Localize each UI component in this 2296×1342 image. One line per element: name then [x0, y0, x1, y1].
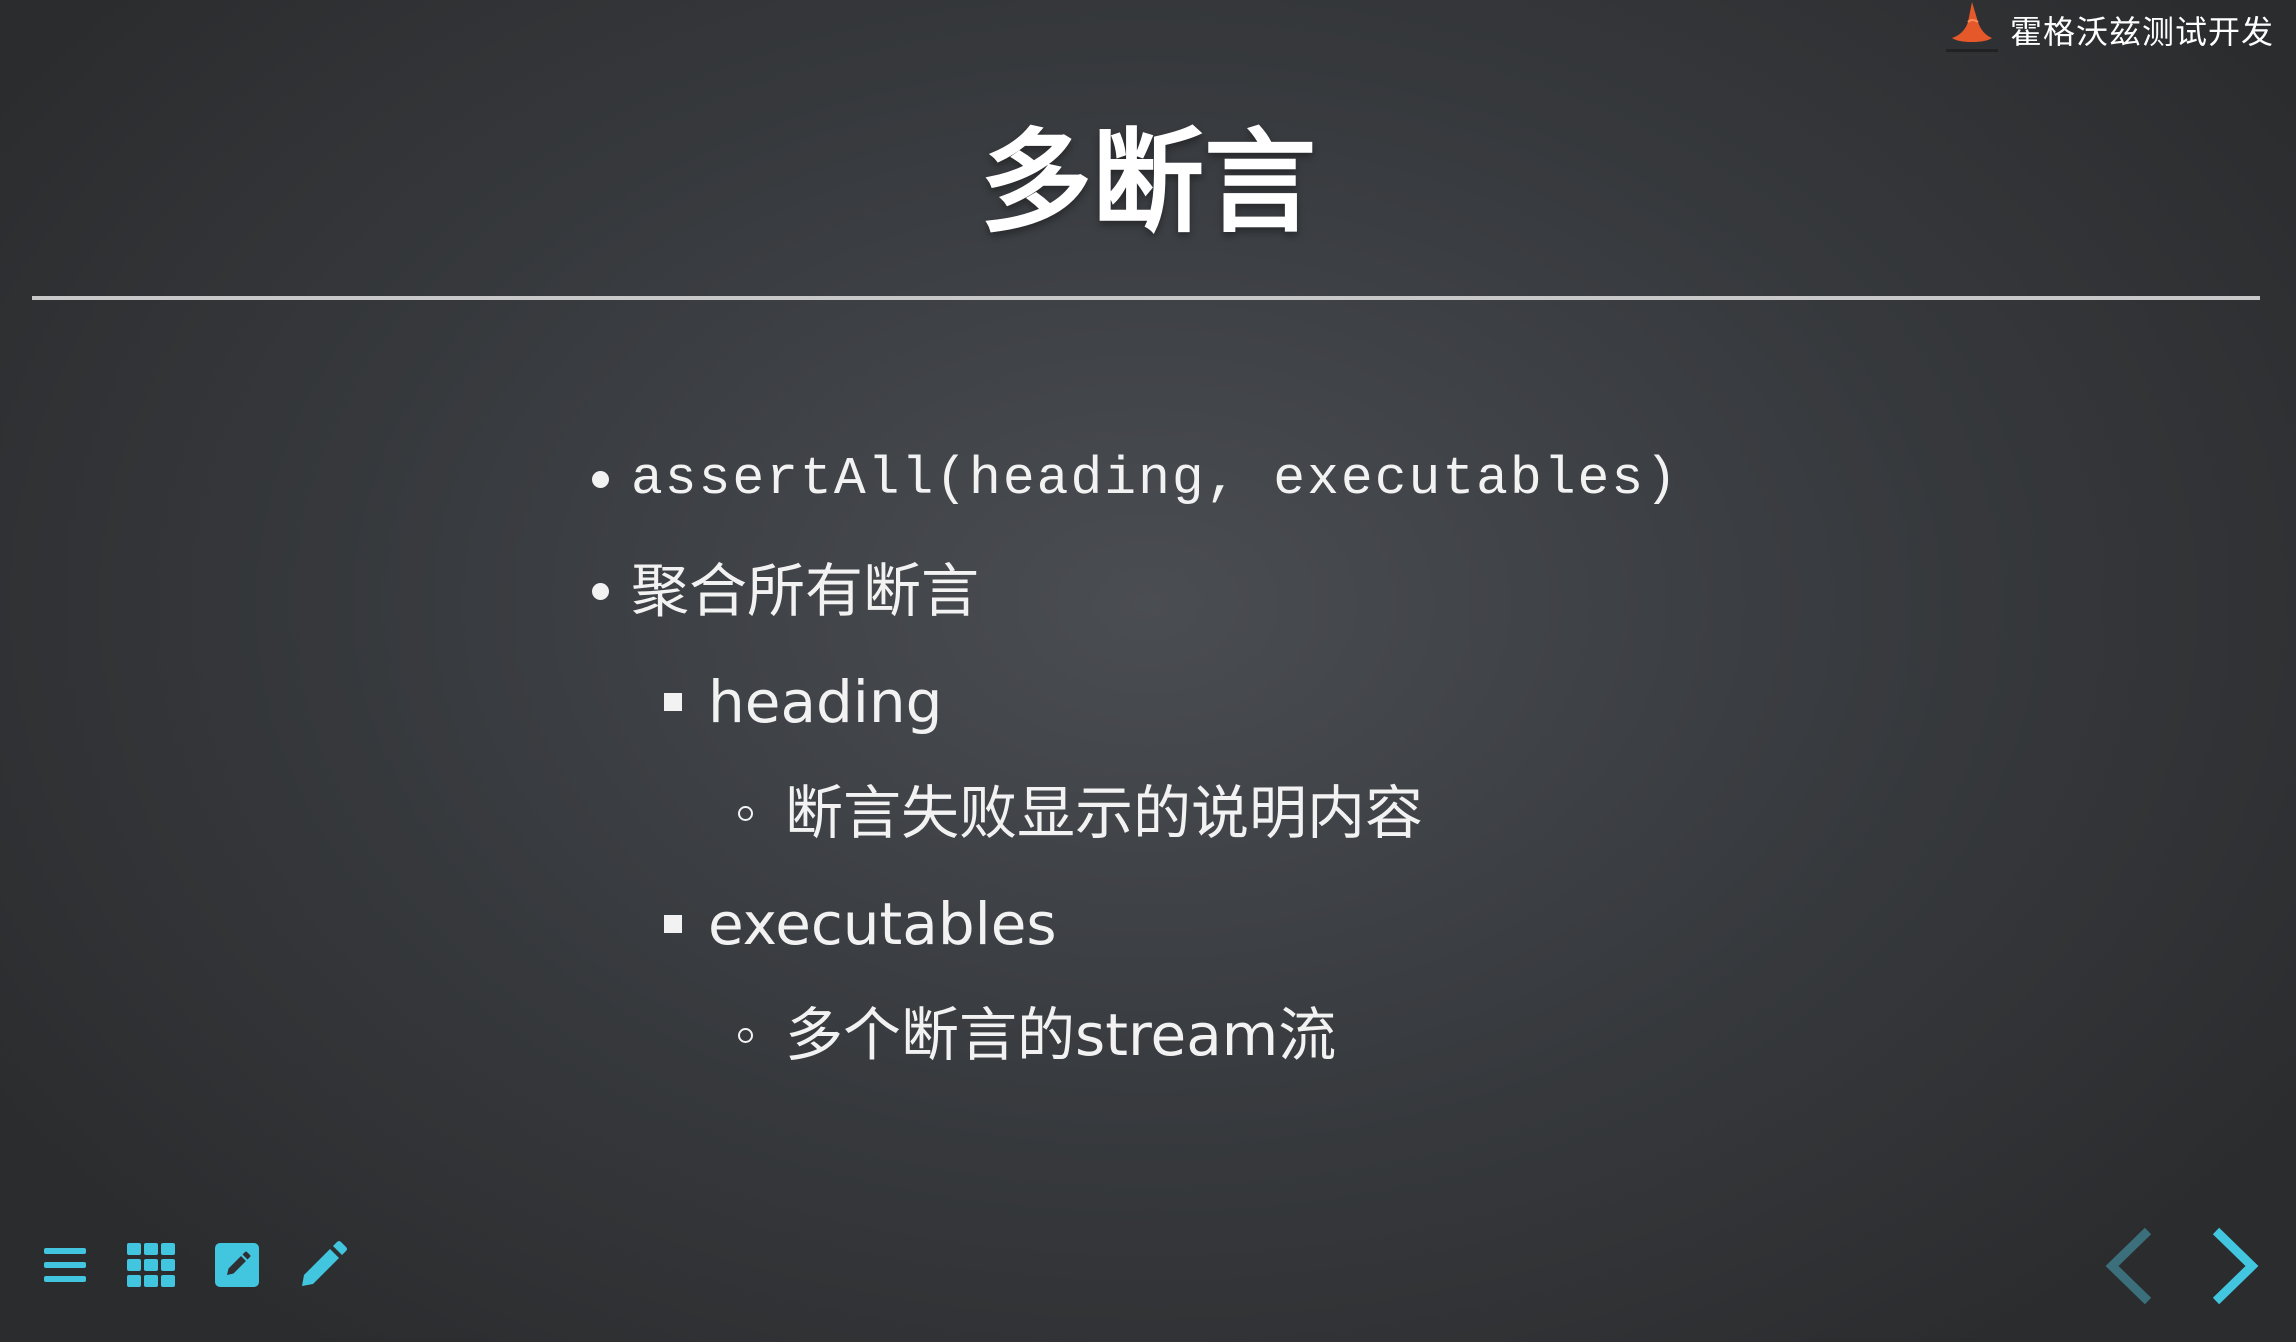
- edit-note-icon: [215, 1243, 259, 1287]
- list-item-text: heading: [708, 668, 943, 736]
- brand-name: 霍格沃兹测试开发: [2009, 13, 2274, 51]
- list-item: executables: [664, 884, 1057, 964]
- list-item-text: 聚合所有断言: [631, 557, 980, 625]
- slide-title: 多断言: [980, 118, 1316, 248]
- square-bullet-icon: [664, 915, 682, 933]
- list-item: assertAll(heading, executables): [592, 439, 1679, 519]
- witch-hat-logo-icon: [1945, 2, 1998, 56]
- list-item-text: assertAll(heading, executables): [631, 449, 1679, 509]
- next-slide-button[interactable]: [2206, 1225, 2266, 1307]
- circle-bullet-icon: [738, 805, 753, 821]
- square-bullet-icon: [664, 693, 682, 711]
- list-item: 断言失败显示的说明内容: [738, 773, 1423, 853]
- draw-button[interactable]: [298, 1240, 348, 1290]
- title-divider: [32, 296, 2260, 300]
- presentation-toolbar: [40, 1240, 348, 1290]
- grid-icon: [127, 1243, 175, 1287]
- pencil-icon: [302, 1241, 347, 1286]
- chevron-right-icon: [2212, 1227, 2259, 1305]
- list-item: 多个断言的stream流: [738, 995, 1336, 1075]
- overview-button[interactable]: [126, 1240, 176, 1290]
- list-item-text: 多个断言的stream流: [785, 1001, 1337, 1069]
- list-item-text: executables: [708, 890, 1057, 958]
- menu-icon: [44, 1248, 86, 1282]
- list-item-text: 断言失败显示的说明内容: [785, 779, 1424, 847]
- menu-button[interactable]: [40, 1240, 90, 1290]
- brand: 霍格沃兹测试开发: [1942, 0, 2274, 60]
- disc-bullet-icon: [592, 470, 609, 488]
- notes-button[interactable]: [212, 1240, 262, 1290]
- circle-bullet-icon: [738, 1027, 753, 1043]
- list-item: 聚合所有断言: [592, 551, 979, 631]
- prev-slide-button[interactable]: [2098, 1225, 2158, 1307]
- disc-bullet-icon: [592, 582, 609, 600]
- list-item: heading: [664, 662, 943, 742]
- chevron-left-icon: [2105, 1227, 2152, 1305]
